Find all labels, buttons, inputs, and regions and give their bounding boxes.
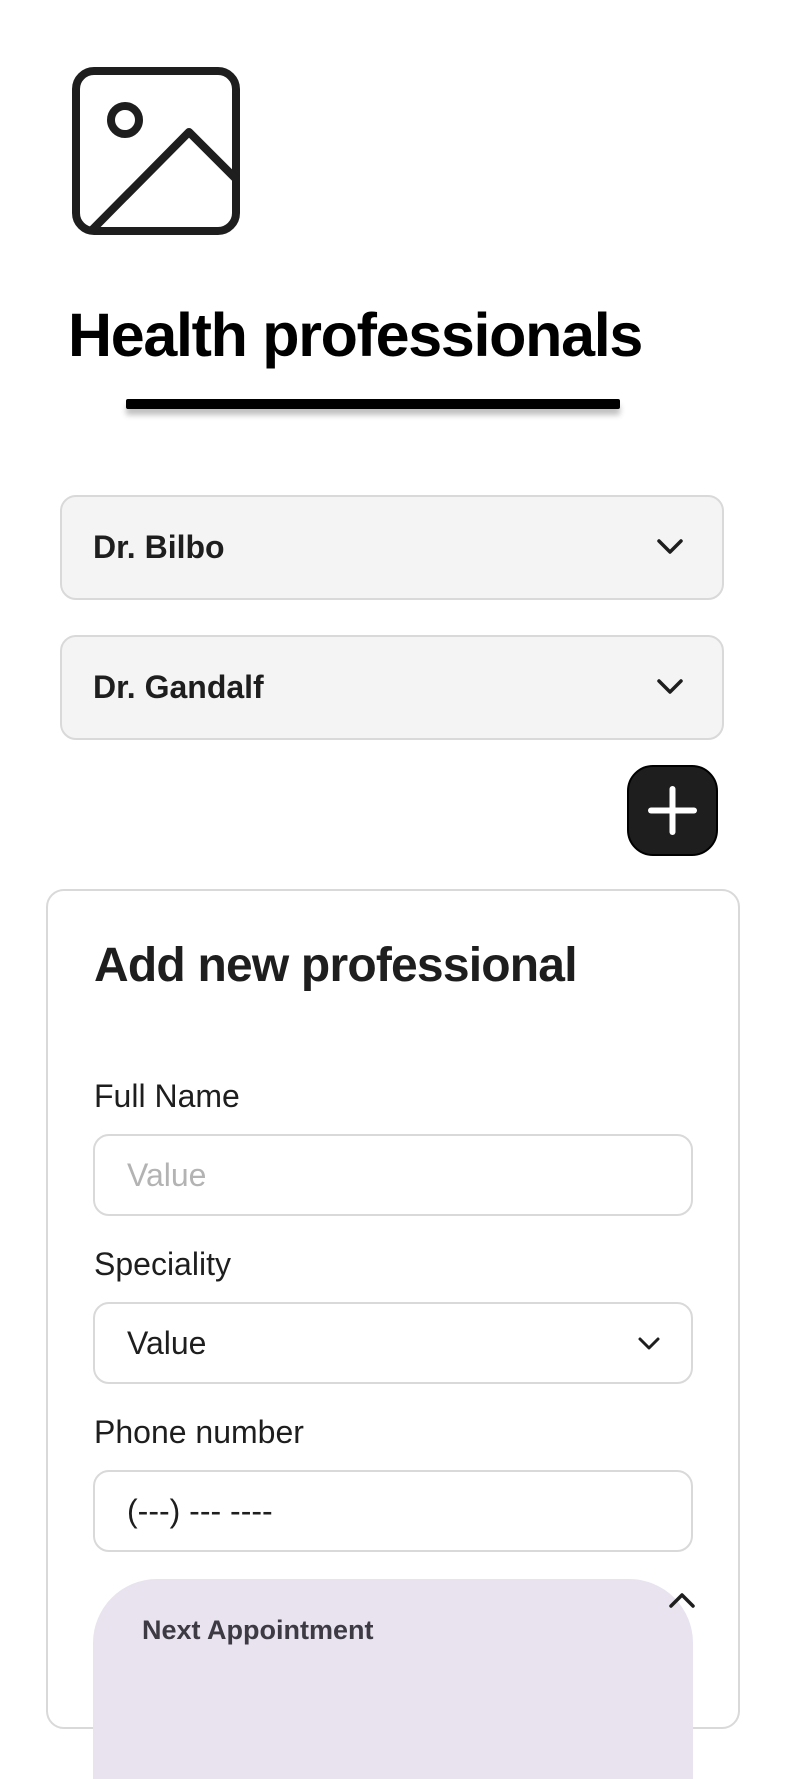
professional-name: Dr. Gandalf bbox=[93, 669, 264, 705]
speciality-label: Speciality bbox=[94, 1246, 231, 1282]
chevron-down-icon bbox=[657, 539, 683, 554]
professional-name: Dr. Bilbo bbox=[93, 529, 225, 565]
image-placeholder-icon bbox=[71, 66, 241, 236]
next-appointment-title: Next Appointment bbox=[142, 1615, 374, 1645]
speciality-select[interactable]: Value bbox=[93, 1302, 693, 1384]
title-underline bbox=[126, 399, 620, 409]
plus-icon bbox=[648, 786, 697, 835]
form-heading: Add new professional bbox=[94, 939, 578, 992]
next-appointment-panel bbox=[93, 1579, 693, 1779]
professional-item-bilbo[interactable]: Dr. Bilbo bbox=[60, 495, 724, 600]
full-name-input[interactable] bbox=[93, 1134, 693, 1216]
chevron-up-icon[interactable] bbox=[667, 1589, 697, 1611]
page-title: Health professionals bbox=[68, 301, 643, 369]
full-name-label: Full Name bbox=[94, 1078, 240, 1114]
speciality-selected-value: Value bbox=[127, 1325, 207, 1361]
chevron-down-icon bbox=[638, 1337, 660, 1350]
professional-item-gandalf[interactable]: Dr. Gandalf bbox=[60, 635, 724, 740]
phone-number-label: Phone number bbox=[94, 1414, 304, 1450]
phone-number-input[interactable] bbox=[93, 1470, 693, 1552]
chevron-down-icon bbox=[657, 679, 683, 694]
add-professional-button[interactable] bbox=[627, 765, 718, 856]
